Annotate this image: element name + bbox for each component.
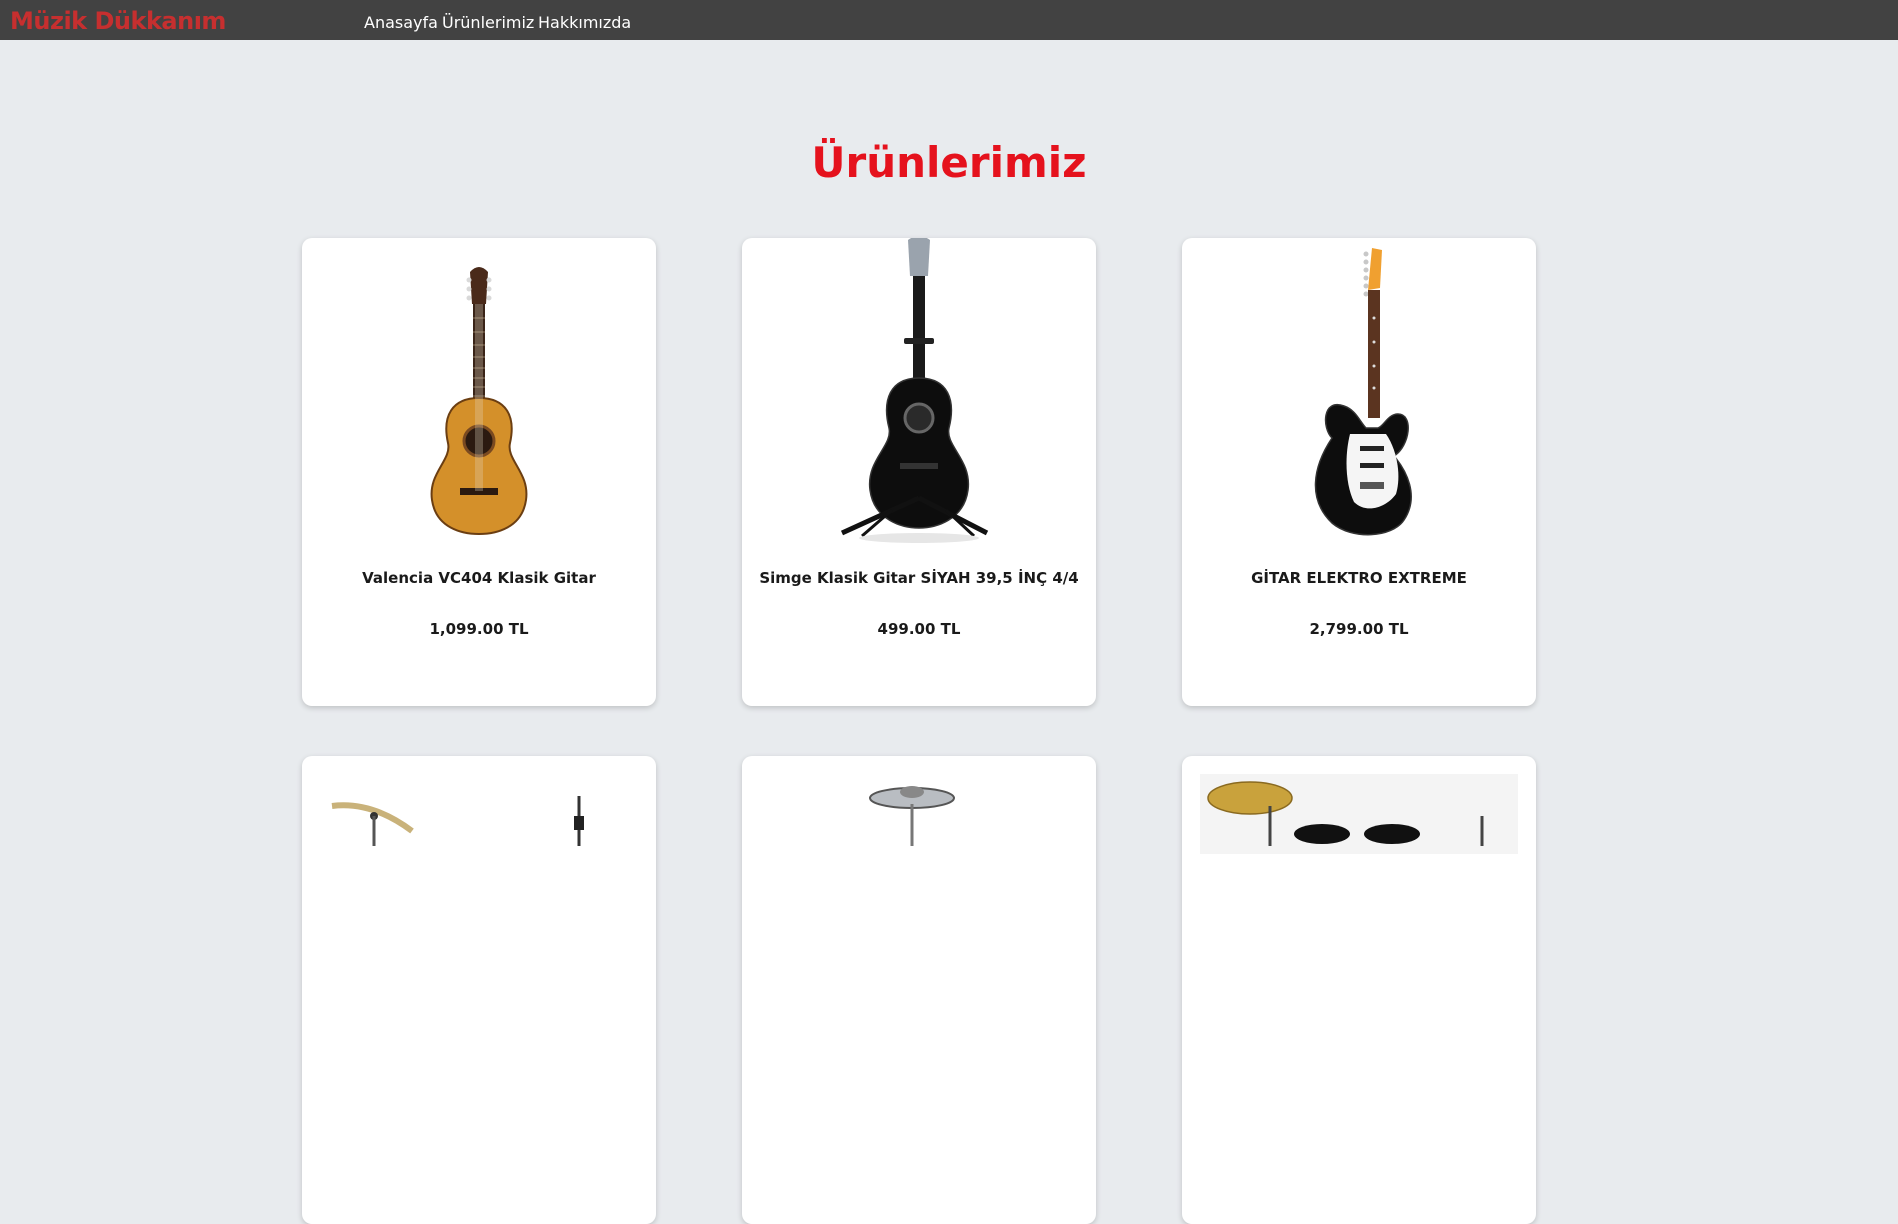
product-card[interactable] bbox=[742, 756, 1096, 1224]
product-name: Simge Klasik Gitar SİYAH 39,5 İNÇ 4/4 bbox=[759, 569, 1079, 587]
nav-link-hakkimizda[interactable]: Hakkımızda bbox=[538, 13, 631, 32]
product-card[interactable]: Valencia VC404 Klasik Gitar 1,099.00 TL bbox=[302, 238, 656, 706]
drum-kit-image bbox=[1200, 774, 1518, 854]
product-name: GİTAR ELEKTRO EXTREME bbox=[1251, 569, 1467, 587]
brand-logo[interactable]: Müzik Dükkanım bbox=[10, 7, 226, 35]
cymbal-image bbox=[869, 786, 955, 846]
product-card[interactable] bbox=[1182, 756, 1536, 1224]
nav-link-anasayfa[interactable]: Anasayfa bbox=[364, 13, 438, 32]
navbar: Müzik Dükkanım Anasayfa Ürünlerimiz Hakk… bbox=[0, 0, 1898, 40]
product-price: 2,799.00 TL bbox=[1309, 620, 1409, 638]
electric-guitar-image bbox=[1314, 248, 1412, 536]
product-name: Valencia VC404 Klasik Gitar bbox=[362, 569, 596, 587]
classical-guitar-image bbox=[430, 267, 528, 536]
page-title: Ürünlerimiz bbox=[811, 138, 1087, 187]
product-price: 1,099.00 TL bbox=[429, 620, 529, 638]
black-classical-guitar-image bbox=[840, 238, 989, 543]
product-card[interactable]: GİTAR ELEKTRO EXTREME 2,799.00 TL bbox=[1182, 238, 1536, 706]
cymbal-stand-image bbox=[331, 796, 584, 846]
product-card[interactable]: Simge Klasik Gitar SİYAH 39,5 İNÇ 4/4 49… bbox=[742, 238, 1096, 706]
nav-link-urunlerimiz[interactable]: Ürünlerimiz bbox=[442, 13, 534, 32]
product-price: 499.00 TL bbox=[877, 620, 961, 638]
product-card[interactable] bbox=[302, 756, 656, 1224]
